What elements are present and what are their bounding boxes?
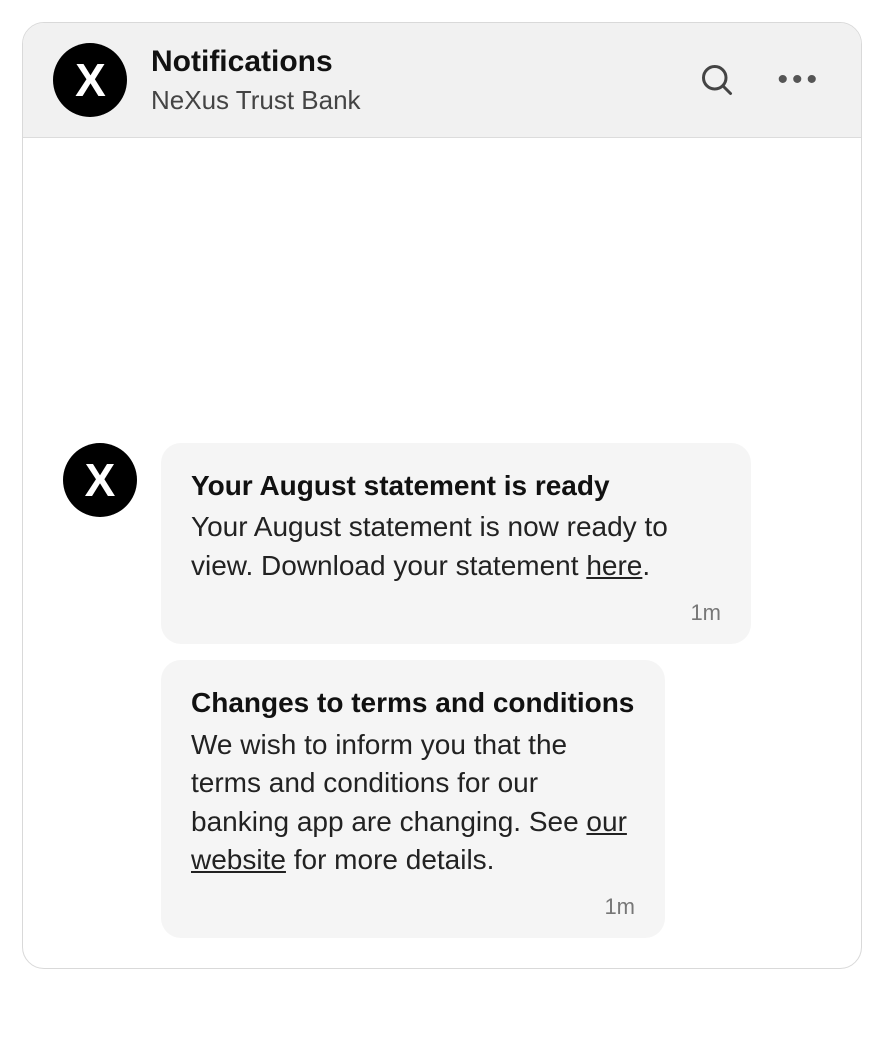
- body-text-pre: We wish to inform you that the terms and…: [191, 729, 586, 837]
- message-group: X Your August statement is ready Your Au…: [63, 443, 831, 938]
- thread-avatar[interactable]: X: [63, 443, 137, 517]
- search-icon: [699, 62, 735, 98]
- notification-card[interactable]: Your August statement is ready Your Augu…: [161, 443, 751, 644]
- search-button[interactable]: [695, 58, 739, 102]
- notification-time: 1m: [191, 894, 635, 920]
- body-text-post: .: [642, 550, 650, 581]
- panel-header: X Notifications NeXus Trust Bank •••: [23, 23, 861, 138]
- notification-link[interactable]: here: [586, 550, 642, 581]
- header-titles: Notifications NeXus Trust Bank: [151, 45, 671, 116]
- avatar-letter: X: [85, 453, 116, 507]
- more-icon: •••: [777, 65, 821, 95]
- avatar-letter: X: [75, 53, 105, 107]
- notification-time: 1m: [191, 600, 721, 626]
- messages-area: X Your August statement is ready Your Au…: [23, 138, 861, 968]
- notifications-panel: X Notifications NeXus Trust Bank ••• X: [22, 22, 862, 969]
- header-actions: •••: [695, 58, 825, 102]
- message-column: Your August statement is ready Your Augu…: [161, 443, 751, 938]
- notification-body: We wish to inform you that the terms and…: [191, 726, 635, 881]
- notification-title: Changes to terms and conditions: [191, 684, 635, 722]
- body-text-post: for more details.: [286, 844, 495, 875]
- notification-body: Your August statement is now ready to vi…: [191, 508, 721, 585]
- avatar[interactable]: X: [53, 43, 127, 117]
- page-subtitle: NeXus Trust Bank: [151, 85, 671, 116]
- page-title: Notifications: [151, 45, 671, 79]
- notification-card[interactable]: Changes to terms and conditions We wish …: [161, 660, 665, 938]
- notification-title: Your August statement is ready: [191, 467, 721, 505]
- more-button[interactable]: •••: [773, 61, 825, 99]
